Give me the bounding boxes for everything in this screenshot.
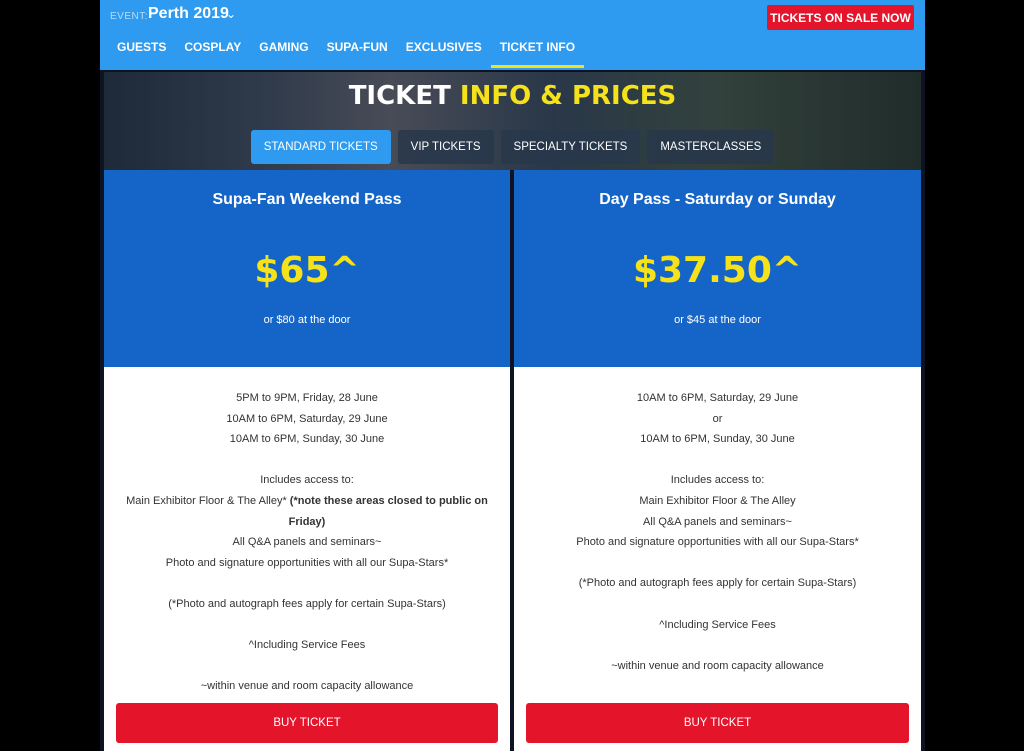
detail-spacer [104, 573, 510, 594]
detail-spacer [514, 594, 921, 615]
ticket-card-weekend-pass: Supa-Fan Weekend Pass $65^ or $80 at the… [104, 170, 510, 751]
nav-exclusives[interactable]: EXCLUSIVES [397, 38, 491, 70]
main-nav: GUESTS COSPLAY GAMING SUPA-FUN EXCLUSIVE… [100, 38, 585, 70]
ticket-card-header: Day Pass - Saturday or Sunday $37.50^ or… [514, 170, 921, 367]
ticket-details: 10AM to 6PM, Saturday, 29 June or 10AM t… [514, 367, 921, 676]
chevron-down-icon[interactable]: ⌄ [226, 7, 236, 21]
page: EVENT: Perth 2019 ⌄ TICKETS ON SALE NOW … [100, 0, 925, 751]
detail-line: Photo and signature opportunities with a… [576, 536, 859, 549]
buy-ticket-button[interactable]: BUY TICKET [526, 703, 909, 743]
nav-guests[interactable]: GUESTS [100, 38, 175, 70]
ticket-title: Day Pass - Saturday or Sunday [599, 191, 836, 208]
detail-spacer [104, 450, 510, 471]
detail-line: All Q&A panels and seminars~ [643, 515, 792, 528]
door-price: or $45 at the door [674, 314, 761, 326]
detail-spacer [514, 635, 921, 656]
detail-line: Includes access to: [670, 474, 765, 487]
door-price: or $80 at the door [263, 314, 351, 326]
nav-gaming[interactable]: GAMING [250, 38, 317, 70]
detail-line: (*Photo and autograph fees apply for cer… [168, 597, 446, 610]
page-title-yellow: INFO & PRICES [459, 81, 677, 111]
event-label: EVENT: [110, 11, 149, 22]
nav-cosplay[interactable]: COSPLAY [175, 38, 250, 70]
buy-ticket-button[interactable]: BUY TICKET [116, 703, 498, 743]
detail-line: 10AM to 6PM, Saturday, 29 June [226, 412, 388, 425]
ticket-price: $65^ [254, 250, 360, 291]
detail-line: Includes access to: [260, 474, 354, 487]
ticket-price: $37.50^ [632, 250, 803, 291]
ticket-title: Supa-Fan Weekend Pass [212, 191, 402, 208]
event-selector[interactable]: Perth 2019 [148, 5, 229, 23]
detail-spacer [514, 553, 921, 574]
detail-line: Main Exhibitor Floor & The Alley* (*note… [104, 491, 510, 532]
detail-text: Main Exhibitor Floor & The Alley* [126, 494, 287, 507]
tab-standard-tickets[interactable]: STANDARD TICKETS [250, 130, 391, 164]
detail-line: All Q&A panels and seminars~ [232, 536, 382, 549]
detail-line: ~within venue and room capacity allowanc… [611, 659, 824, 672]
nav-supa-fun[interactable]: SUPA-FUN [318, 38, 397, 70]
detail-line: 10AM to 6PM, Sunday, 30 June [640, 433, 795, 446]
nav-ticket-info[interactable]: TICKET INFO [490, 38, 585, 70]
detail-line: Photo and signature opportunities with a… [165, 556, 449, 569]
page-title: TICKET INFO & PRICES [104, 81, 921, 111]
tab-specialty-tickets[interactable]: SPECIALTY TICKETS [500, 130, 641, 164]
page-title-white: TICKET [348, 81, 451, 111]
ticket-card-header: Supa-Fan Weekend Pass $65^ or $80 at the… [104, 170, 510, 367]
tickets-on-sale-button[interactable]: TICKETS ON SALE NOW [767, 5, 914, 30]
detail-spacer [514, 450, 921, 471]
detail-line: ^Including Service Fees [659, 618, 776, 631]
detail-spacer [104, 656, 510, 677]
ticket-details: 5PM to 9PM, Friday, 28 June 10AM to 6PM,… [104, 367, 510, 697]
detail-line: ^Including Service Fees [248, 639, 366, 652]
ticket-tabs: STANDARD TICKETS VIP TICKETS SPECIALTY T… [104, 130, 921, 164]
detail-line: Main Exhibitor Floor & The Alley [639, 494, 796, 507]
detail-note: (*note these areas closed to public on F… [288, 494, 488, 528]
tab-masterclasses[interactable]: MASTERCLASSES [647, 130, 775, 164]
detail-spacer [104, 615, 510, 636]
detail-line: 5PM to 9PM, Friday, 28 June [236, 392, 378, 404]
top-navigation-bar: EVENT: Perth 2019 ⌄ TICKETS ON SALE NOW … [100, 0, 925, 70]
hero-banner: TICKET INFO & PRICES STANDARD TICKETS VI… [104, 72, 921, 170]
detail-line: ~within venue and room capacity allowanc… [200, 680, 414, 693]
detail-line: 10AM to 6PM, Saturday, 29 June [636, 392, 799, 404]
tab-vip-tickets[interactable]: VIP TICKETS [397, 130, 494, 164]
detail-line: or [712, 412, 723, 425]
detail-line: 10AM to 6PM, Sunday, 30 June [229, 433, 385, 446]
detail-line: (*Photo and autograph fees apply for cer… [578, 577, 857, 590]
ticket-card-day-pass: Day Pass - Saturday or Sunday $37.50^ or… [514, 170, 921, 751]
